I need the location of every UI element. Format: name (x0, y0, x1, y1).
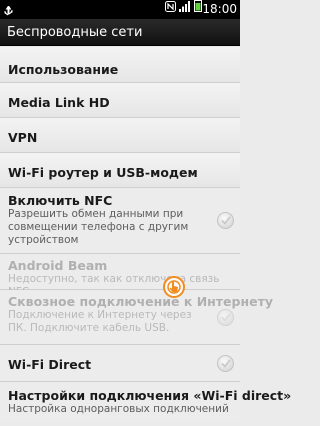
item-title: Wi-Fi Direct (8, 357, 92, 372)
list-item-vpn[interactable]: VPN (0, 118, 240, 153)
list-item-wifi-direct-settings[interactable]: Настройки подключения «Wi-Fi direct» Нас… (0, 382, 291, 422)
item-title: Включить NFC (8, 193, 113, 208)
pass-through-checkbox (217, 309, 234, 326)
list-item-wifi-direct[interactable]: Wi-Fi Direct (0, 345, 240, 382)
battery-icon (194, 0, 202, 16)
item-subtitle: Разрешить обмен данными при совмещении т… (8, 208, 189, 246)
item-title: Wi-Fi роутер и USB-модем (8, 165, 198, 180)
settings-list: Использование Media Link HD VPN Wi-Fi ро… (0, 47, 291, 422)
list-item-usage[interactable]: Использование (0, 47, 240, 83)
clock: 18:00 (202, 2, 237, 16)
list-item-enable-nfc[interactable]: Включить NFC Разрешить обмен данными при… (0, 188, 240, 254)
nfc-icon (165, 0, 176, 16)
item-title: Android Beam (8, 258, 108, 273)
list-item-media-link-hd[interactable]: Media Link HD (0, 83, 240, 118)
item-title: Сквозное подключение к Интернету (8, 294, 273, 309)
status-bar: 18:00 (0, 0, 240, 19)
item-subtitle: Подключение к Интернету через ПК. Подклю… (8, 309, 192, 334)
list-item-internet-pass-through: Сквозное подключение к Интернету Подключ… (0, 290, 273, 345)
signal-icon (179, 0, 191, 16)
nfc-checkbox[interactable] (217, 212, 234, 229)
item-title: Настройки подключения «Wi-Fi direct» (8, 388, 292, 403)
page-title: Беспроводные сети (0, 19, 240, 46)
list-item-android-beam: Android Beam Недоступно, так как отключе… (0, 254, 240, 298)
item-title: Использование (8, 62, 119, 77)
item-title: Media Link HD (8, 95, 110, 110)
list-item-wifi-hotspot[interactable]: Wi-Fi роутер и USB-модем (0, 153, 240, 188)
item-title: VPN (8, 130, 38, 145)
touch-pointer-icon (163, 276, 185, 298)
wifi-direct-checkbox[interactable] (217, 355, 234, 372)
usb-icon (4, 3, 13, 16)
item-subtitle: Настройка одноранговых подключений (8, 403, 229, 415)
